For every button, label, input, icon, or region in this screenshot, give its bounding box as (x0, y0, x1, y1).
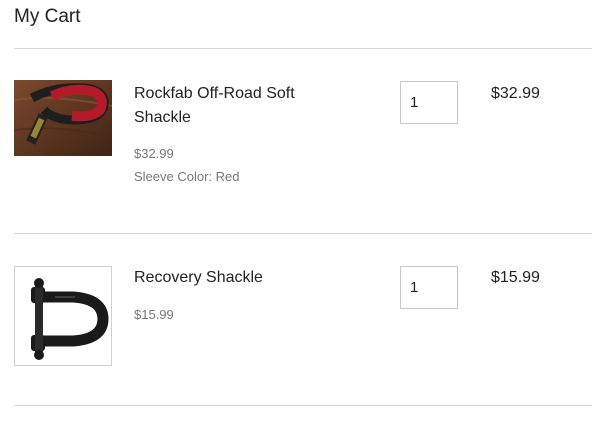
divider (14, 48, 592, 49)
divider (14, 405, 592, 406)
soft-shackle-photo (14, 80, 112, 156)
d-ring-shackle-icon (15, 267, 111, 365)
unit-price: $15.99 (134, 307, 174, 322)
product-image[interactable] (14, 80, 112, 156)
product-option: Sleeve Color: Red (134, 169, 240, 184)
page-title: My Cart (14, 6, 81, 27)
divider (14, 233, 592, 234)
product-name[interactable]: Recovery Shackle (134, 266, 334, 290)
product-name[interactable]: Rockfab Off-Road Soft Shackle (134, 82, 334, 130)
line-total: $15.99 (491, 269, 540, 286)
unit-price: $32.99 (134, 146, 174, 161)
line-total: $32.99 (491, 85, 540, 102)
quantity-input[interactable] (400, 266, 458, 309)
product-image[interactable] (14, 266, 112, 366)
quantity-input[interactable] (400, 81, 458, 124)
